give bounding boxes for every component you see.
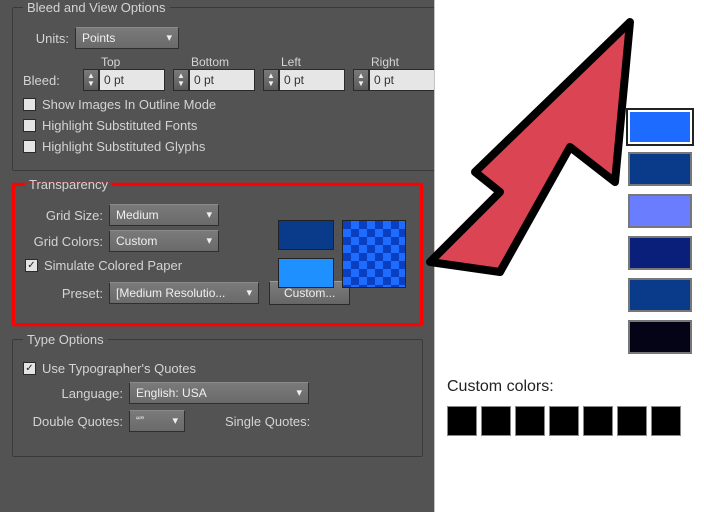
bleed-bottom-header: Bottom bbox=[173, 55, 263, 69]
simulate-paper-label: Simulate Colored Paper bbox=[44, 258, 182, 273]
cc-swatch[interactable] bbox=[481, 406, 511, 436]
cc-swatch[interactable] bbox=[583, 406, 613, 436]
double-quotes-dropdown[interactable]: “” bbox=[129, 410, 185, 432]
bleed-top-input[interactable] bbox=[99, 69, 165, 91]
highlight-glyphs-checkbox[interactable] bbox=[23, 140, 36, 153]
type-options-fieldset: Type Options Use Typographer's Quotes La… bbox=[12, 332, 423, 457]
highlight-fonts-checkbox[interactable] bbox=[23, 119, 36, 132]
bleed-and-view-fieldset: Bleed and View Options Units: Points Top… bbox=[12, 0, 454, 171]
language-dropdown[interactable]: English: USA bbox=[129, 382, 309, 404]
right-swatch-6[interactable] bbox=[628, 320, 692, 354]
type-options-title: Type Options bbox=[23, 332, 108, 347]
bleed-right-header: Right bbox=[353, 55, 443, 69]
right-swatch-4[interactable] bbox=[628, 236, 692, 270]
right-swatch-2[interactable] bbox=[628, 152, 692, 186]
grid-size-label: Grid Size: bbox=[25, 208, 103, 223]
grid-size-dropdown[interactable]: Medium bbox=[109, 204, 219, 226]
swatch-b[interactable] bbox=[278, 258, 334, 288]
show-images-outline-checkbox[interactable] bbox=[23, 98, 36, 111]
bleed-top-header: Top bbox=[83, 55, 173, 69]
bleed-bottom-stepper[interactable]: ▲▼ bbox=[173, 69, 263, 91]
highlight-glyphs-label: Highlight Substituted Glyphs bbox=[42, 139, 205, 154]
cc-swatch[interactable] bbox=[617, 406, 647, 436]
bleed-view-title: Bleed and View Options bbox=[23, 0, 170, 15]
cc-swatch[interactable] bbox=[515, 406, 545, 436]
bleed-headers: Top Bottom Left Right bbox=[23, 55, 443, 69]
typographers-row[interactable]: Use Typographer's Quotes bbox=[23, 361, 412, 376]
bleed-top-stepper[interactable]: ▲▼ bbox=[83, 69, 173, 91]
grid-colors-label: Grid Colors: bbox=[25, 234, 103, 249]
grid-colors-dropdown[interactable]: Custom bbox=[109, 230, 219, 252]
preset-label: Preset: bbox=[25, 286, 103, 301]
single-quotes-label: Single Quotes: bbox=[225, 414, 310, 429]
show-images-outline-row[interactable]: Show Images In Outline Mode bbox=[23, 97, 443, 112]
typographers-label: Use Typographer's Quotes bbox=[42, 361, 196, 376]
bleed-right-input[interactable] bbox=[369, 69, 435, 91]
bleed-label: Bleed: bbox=[23, 73, 77, 88]
custom-colors-label: Custom colors: bbox=[447, 378, 692, 396]
custom-colors-row bbox=[447, 406, 692, 436]
color-picker-pane: Custom colors: bbox=[434, 0, 704, 512]
transparency-title: Transparency bbox=[25, 177, 112, 192]
bleed-left-input[interactable] bbox=[279, 69, 345, 91]
highlight-fonts-row[interactable]: Highlight Substituted Fonts bbox=[23, 118, 443, 133]
typographers-checkbox[interactable] bbox=[23, 362, 36, 375]
swatch-a[interactable] bbox=[278, 220, 334, 250]
cc-swatch[interactable] bbox=[549, 406, 579, 436]
units-label: Units: bbox=[23, 31, 69, 46]
double-quotes-label: Double Quotes: bbox=[23, 414, 123, 429]
bleed-right-stepper[interactable]: ▲▼ bbox=[353, 69, 443, 91]
transparency-swatches bbox=[278, 220, 406, 288]
bleed-bottom-input[interactable] bbox=[189, 69, 255, 91]
bleed-left-header: Left bbox=[263, 55, 353, 69]
right-swatch-1[interactable] bbox=[628, 110, 692, 144]
cc-swatch[interactable] bbox=[447, 406, 477, 436]
highlight-glyphs-row[interactable]: Highlight Substituted Glyphs bbox=[23, 139, 443, 154]
cc-swatch[interactable] bbox=[651, 406, 681, 436]
units-dropdown[interactable]: Points bbox=[75, 27, 179, 49]
preset-dropdown[interactable]: [Medium Resolutio... bbox=[109, 282, 259, 304]
highlight-fonts-label: Highlight Substituted Fonts bbox=[42, 118, 197, 133]
checker-preview bbox=[342, 220, 406, 288]
simulate-paper-checkbox[interactable] bbox=[25, 259, 38, 272]
transparency-fieldset: Transparency Grid Size: Medium Grid Colo… bbox=[12, 177, 423, 326]
show-images-outline-label: Show Images In Outline Mode bbox=[42, 97, 216, 112]
language-label: Language: bbox=[23, 386, 123, 401]
right-swatch-5[interactable] bbox=[628, 278, 692, 312]
bleed-left-stepper[interactable]: ▲▼ bbox=[263, 69, 353, 91]
right-swatch-3[interactable] bbox=[628, 194, 692, 228]
